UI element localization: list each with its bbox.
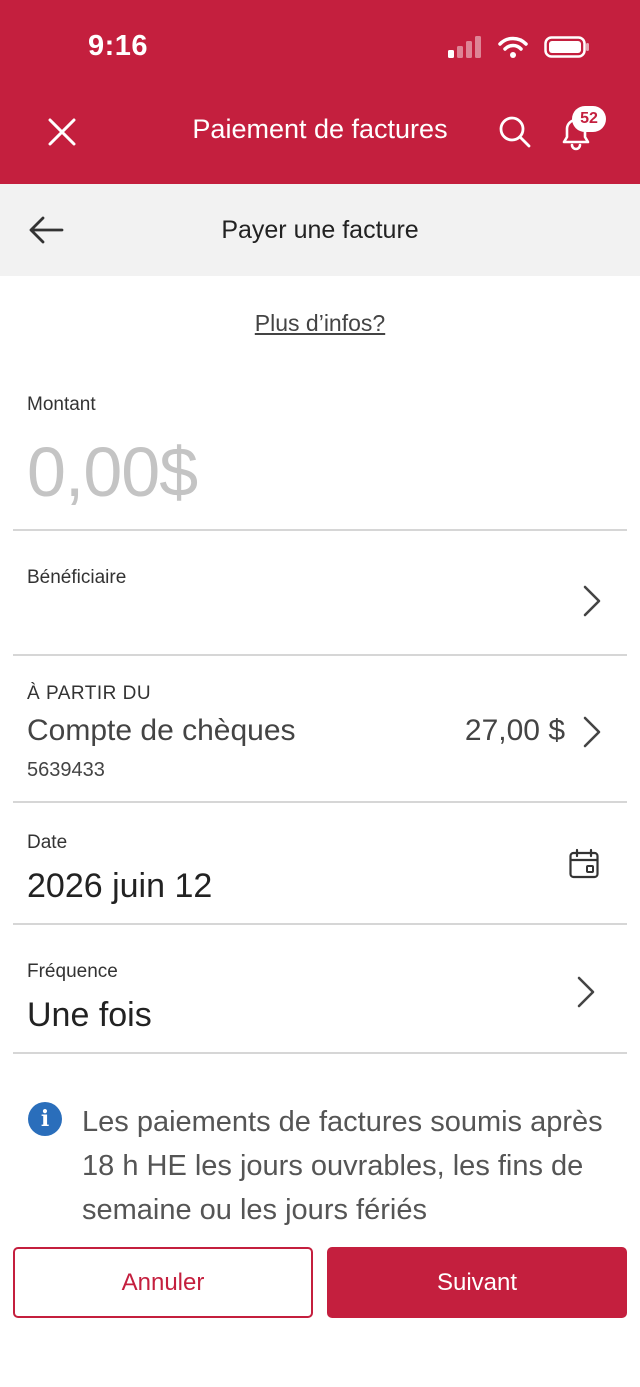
wifi-icon	[498, 36, 528, 58]
cancel-button[interactable]: Annuler	[13, 1247, 313, 1318]
amount-label: Montant	[27, 394, 96, 415]
sub-header-title: Payer une facture	[221, 216, 419, 244]
date-field[interactable]: 2026 juin 12	[27, 867, 212, 906]
account-number: 5639433	[27, 759, 105, 781]
divider	[13, 1052, 627, 1054]
search-button[interactable]	[497, 114, 533, 150]
calendar-button[interactable]	[568, 848, 600, 880]
calendar-icon	[569, 848, 599, 879]
account-balance: 27,00 $	[464, 714, 565, 747]
page-title: Paiement de factures	[192, 114, 448, 144]
app-header: Paiement de factures 52	[0, 90, 640, 184]
payee-label: Bénéficiaire	[27, 567, 127, 588]
divider	[13, 801, 627, 803]
chevron-right-icon	[577, 976, 595, 1008]
frequency-value: Une fois	[27, 996, 152, 1034]
signal-icon	[448, 36, 481, 58]
date-label: Date	[27, 832, 68, 853]
from-account-label: À PARTIR DU	[27, 683, 152, 704]
more-info-link[interactable]: Plus d’infos?	[0, 310, 640, 337]
status-bar: 9:16	[0, 0, 640, 90]
account-name: Compte de chèques	[27, 714, 296, 747]
amount-input[interactable]: 0,00$	[27, 432, 198, 512]
info-message: Les paiements de factures soumis après 1…	[82, 1106, 603, 1226]
payee-row[interactable]: Bénéficiaire	[0, 531, 640, 653]
notification-badge: 52	[572, 106, 606, 132]
search-icon	[499, 116, 531, 148]
chevron-right-icon	[583, 716, 601, 748]
chevron-right-icon	[583, 585, 601, 617]
sub-header: Payer une facture	[0, 184, 640, 276]
status-time: 9:16	[88, 30, 149, 62]
frequency-label: Fréquence	[27, 961, 118, 982]
battery-icon	[544, 36, 589, 58]
info-icon: i	[28, 1102, 62, 1136]
next-button[interactable]: Suivant	[327, 1247, 627, 1318]
status-icons	[448, 36, 590, 58]
